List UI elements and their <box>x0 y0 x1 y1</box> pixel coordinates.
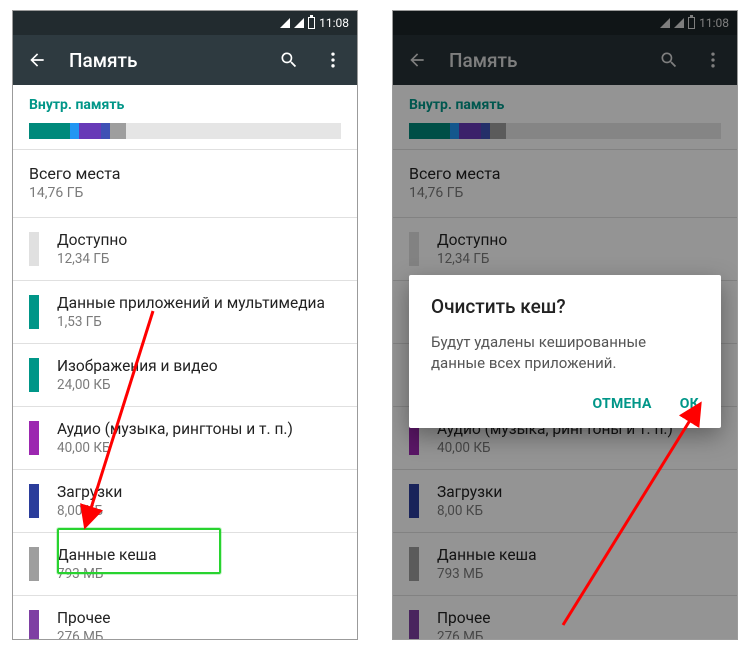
app-bar-title: Память <box>69 49 257 72</box>
row-label: Прочее <box>57 609 341 628</box>
row-size: 40,00 КБ <box>57 440 341 456</box>
phone-screen-right: 11:08 Память Внутр. память Всего места 1… <box>392 10 738 640</box>
section-header: Внутр. память <box>13 85 357 119</box>
storage-row-misc[interactable]: Прочее 276 МБ <box>13 596 357 640</box>
row-label: Доступно <box>57 231 341 250</box>
row-label: Изображения и видео <box>57 357 341 376</box>
storage-row-downloads[interactable]: Загрузки 8,00 КБ <box>13 470 357 532</box>
wifi-icon <box>294 18 304 28</box>
clear-cache-dialog: Очистить кеш? Будут удалены кешированные… <box>409 275 721 428</box>
storage-row-available[interactable]: Доступно 12,34 ГБ <box>13 218 357 280</box>
row-label: Загрузки <box>57 483 341 502</box>
row-label: Аудио (музыка, рингтоны и т. п.) <box>57 420 341 439</box>
storage-segment <box>110 123 126 139</box>
color-swatch <box>29 358 39 392</box>
storage-segment <box>101 123 110 139</box>
storage-segment <box>29 123 70 139</box>
status-bar: 11:08 <box>13 11 357 35</box>
color-swatch <box>29 295 39 329</box>
ok-button[interactable]: ОК <box>680 396 699 412</box>
storage-segment <box>70 123 79 139</box>
row-size: 276 МБ <box>57 629 341 640</box>
row-size: 1,53 ГБ <box>57 314 341 330</box>
status-time: 11:08 <box>319 16 349 30</box>
color-swatch <box>29 484 39 518</box>
dialog-title: Очистить кеш? <box>431 295 699 318</box>
total-label: Всего места <box>29 164 341 183</box>
total-block: Всего места 14,76 ГБ <box>13 150 357 217</box>
storage-row-apps[interactable]: Данные приложений и мультимедиа 1,53 ГБ <box>13 281 357 343</box>
row-size: 793 МБ <box>57 566 341 582</box>
dialog-body: Будут удалены кешированные данные всех п… <box>431 332 699 374</box>
color-swatch <box>29 232 39 266</box>
row-size: 8,00 КБ <box>57 503 341 519</box>
overflow-icon[interactable] <box>321 48 345 72</box>
color-swatch <box>29 610 39 640</box>
battery-icon <box>308 17 315 29</box>
row-size: 12,34 ГБ <box>57 251 341 267</box>
color-swatch <box>29 421 39 455</box>
phone-screen-left: 11:08 Память Внутр. память Всего места 1… <box>12 10 358 640</box>
storage-row-audio[interactable]: Аудио (музыка, рингтоны и т. п.) 40,00 К… <box>13 407 357 469</box>
storage-row-images[interactable]: Изображения и видео 24,00 КБ <box>13 344 357 406</box>
search-icon[interactable] <box>277 48 301 72</box>
row-label: Данные кеша <box>57 546 341 565</box>
cancel-button[interactable]: ОТМЕНА <box>592 396 651 412</box>
storage-bar <box>29 123 341 139</box>
total-value: 14,76 ГБ <box>29 185 341 201</box>
app-bar: Память <box>13 35 357 85</box>
storage-row-cached[interactable]: Данные кеша 793 МБ <box>13 533 357 595</box>
dialog-actions: ОТМЕНА ОК <box>431 392 699 418</box>
storage-row-container: Доступно 12,34 ГБ Данные приложений и му… <box>13 218 357 640</box>
color-swatch <box>29 547 39 581</box>
back-icon[interactable] <box>25 48 49 72</box>
row-size: 24,00 КБ <box>57 377 341 393</box>
row-label: Данные приложений и мультимедиа <box>57 294 341 313</box>
storage-segment <box>79 123 101 139</box>
signal-icon <box>280 18 290 28</box>
